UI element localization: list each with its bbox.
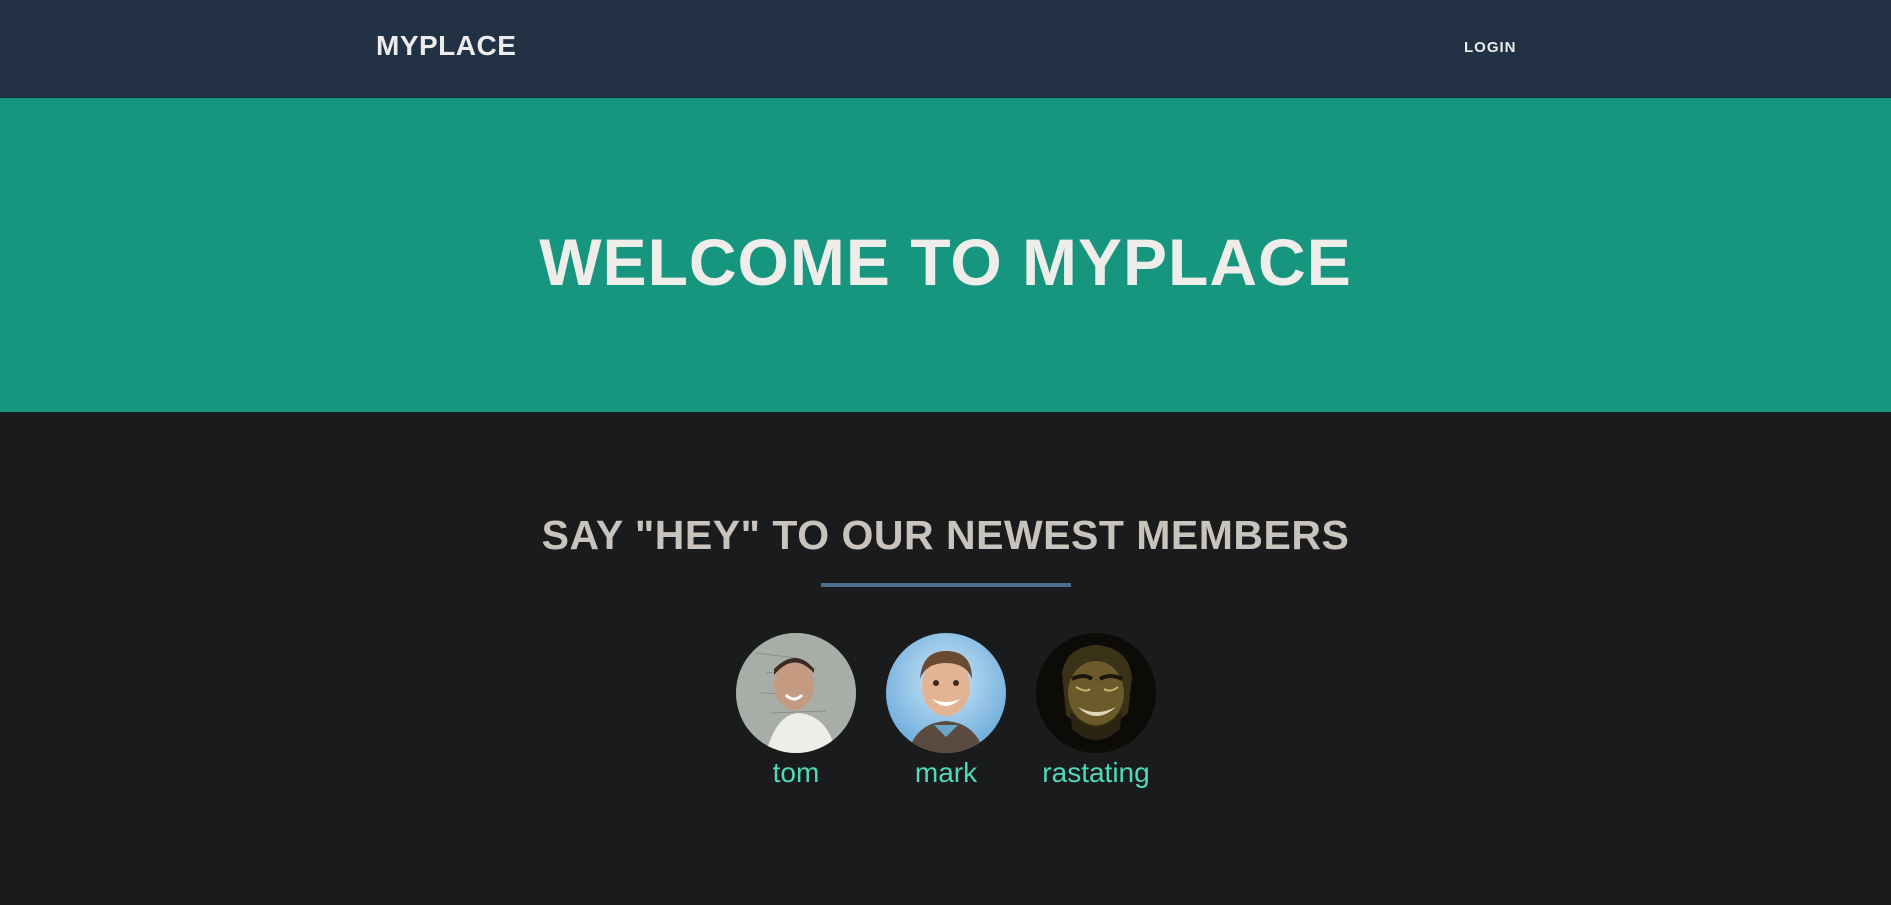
title-divider — [821, 583, 1071, 587]
member-card-tom[interactable]: tom — [721, 633, 871, 789]
login-link[interactable]: LOGIN — [1464, 39, 1517, 56]
member-name-rastating[interactable]: rastating — [1021, 757, 1171, 789]
member-card-rastating[interactable]: rastating — [1021, 633, 1171, 789]
hero-banner: WELCOME TO MYPLACE — [0, 98, 1891, 412]
member-name-mark[interactable]: mark — [871, 757, 1021, 789]
avatar-mark[interactable] — [886, 633, 1006, 753]
avatar-tom[interactable] — [736, 633, 856, 753]
member-name-tom[interactable]: tom — [721, 757, 871, 789]
top-navbar: MYPLACE LOGIN — [0, 0, 1891, 98]
avatar-rastating[interactable] — [1036, 633, 1156, 753]
hero-title: WELCOME TO MYPLACE — [539, 225, 1352, 299]
section-title: SAY "HEY" TO OUR NEWEST MEMBERS — [541, 512, 1350, 558]
member-card-mark[interactable]: mark — [871, 633, 1021, 789]
brand-logo-link[interactable]: MYPLACE — [376, 30, 516, 62]
newest-members-section: SAY "HEY" TO OUR NEWEST MEMBERS tom mark… — [0, 412, 1891, 905]
